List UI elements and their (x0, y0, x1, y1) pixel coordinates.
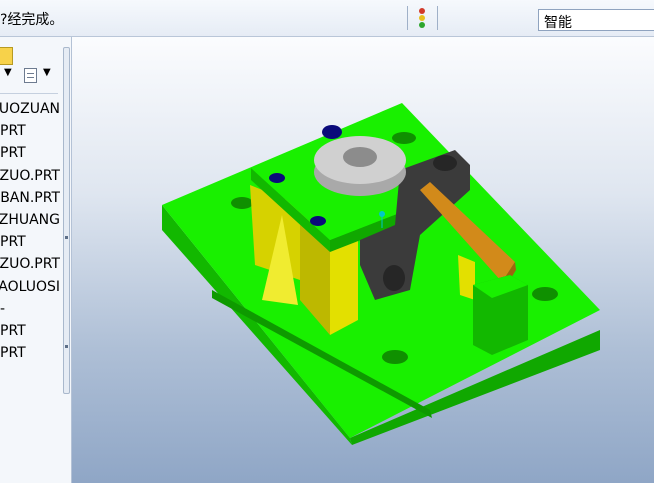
bolt-icon (269, 173, 285, 183)
tree-item[interactable]: PRT (0, 120, 60, 142)
clamp-hole (383, 265, 405, 291)
washer-hole (343, 147, 377, 167)
selection-filter-select[interactable]: 智能 (538, 9, 654, 31)
chevron-down-icon[interactable]: ▼ (43, 67, 51, 78)
tree-item[interactable]: UZUOZUAN (0, 98, 60, 120)
tree-item[interactable]: - (0, 298, 60, 320)
tree-view-icon[interactable] (24, 68, 37, 83)
tree-item[interactable]: LAOLUOSI (0, 276, 60, 298)
tree-item[interactable]: PRT (0, 142, 60, 164)
pin-icon (322, 125, 342, 139)
status-separator (407, 6, 408, 30)
base-hole (231, 197, 253, 209)
panel-sash[interactable] (63, 47, 70, 394)
model-tree-list: UZUOZUAN PRT PRT DINGZUO.PRT DIBAN.PRT G… (0, 98, 60, 364)
status-separator (437, 6, 438, 30)
tree-item[interactable]: GONGZHUANG (0, 209, 60, 231)
status-message: ?经完成。 (0, 12, 64, 28)
sash-grip (65, 345, 68, 348)
status-bar: ?经完成。 智能 (0, 0, 654, 37)
base-hole (532, 287, 558, 301)
base-hole (382, 350, 408, 364)
traffic-light-icon[interactable] (417, 8, 427, 30)
tree-item[interactable]: ZUO.PRT (0, 253, 60, 275)
fixture-model (162, 103, 600, 445)
settings-dropdown-icon[interactable]: ▼ (4, 67, 12, 78)
sash-grip (65, 236, 68, 239)
support-block (330, 240, 358, 335)
model-tree-panel: ▼ ▼ UZUOZUAN PRT PRT DINGZUO.PRT DIBAN.P… (0, 37, 72, 483)
tree-item[interactable]: PRT (0, 231, 60, 253)
clamp-hole (433, 155, 457, 171)
base-hole (392, 132, 416, 144)
tree-item[interactable]: PRT (0, 342, 60, 364)
tree-item[interactable]: DIBAN.PRT (0, 187, 60, 209)
yellow-pad (458, 255, 475, 300)
bolt-icon (310, 216, 326, 226)
tree-item[interactable]: DINGZUO.PRT (0, 165, 60, 187)
tree-item[interactable]: PRT (0, 320, 60, 342)
graphics-viewport[interactable] (72, 37, 654, 483)
model-tree-toolbar: ▼ ▼ (0, 63, 58, 94)
